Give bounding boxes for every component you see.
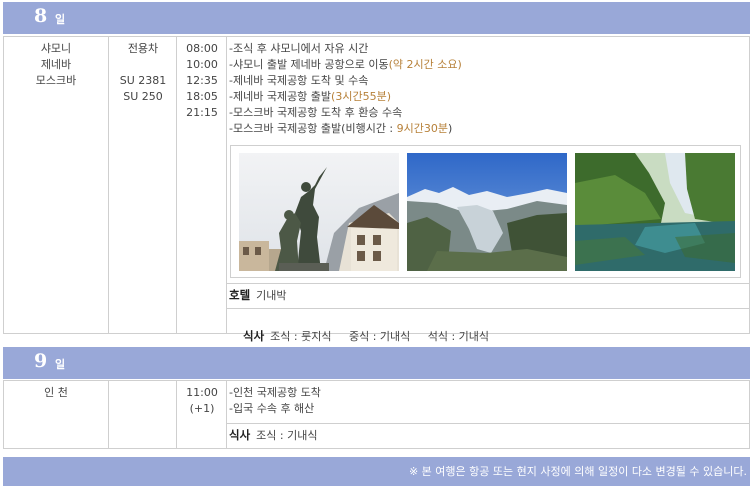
city-name: 인 천 [44,386,68,399]
schedule-item: -조식 후 샤모니에서 자유 시간 [229,42,369,55]
hotel-label: 호텔 [229,288,251,302]
meal-row: 식사 조식 : 기내식 [229,427,317,444]
transport: SU 250 [123,90,163,103]
lake-photo [575,153,735,271]
meal-value: 조식 : 기내식 [256,429,318,442]
schedule-item: -제네바 국제공항 도착 및 수속 [229,74,369,87]
notice-bar: ※ 본 여행은 항공 또는 현지 사정에 의해 일정이 다소 변경될 수 있습니… [3,457,750,486]
day9-header: 9 일 [3,347,750,379]
transport: 전용차 [127,42,159,55]
day-number: 8 [34,5,48,27]
time: 10:00 [186,58,218,71]
day-number: 9 [34,350,48,372]
glacier-photo [407,153,567,271]
duration-note: (약 2시간 소요) [388,58,462,71]
statue-photo [239,153,399,271]
hotel-value: 기내박 [256,289,287,302]
hotel-row: 호텔 기내박 [229,287,287,304]
duration-note: (3시간55분) [331,90,391,103]
schedule-item: -제네바 국제공항 출발(3시간55분) [229,90,391,103]
time: (+1) [189,402,215,415]
meal-label: 식사 [243,329,265,343]
time: 18:05 [186,90,218,103]
day8-table: 샤모니 제네바 모스크바 전용차 SU 2381 SU 250 08:00 10… [3,36,750,343]
time: 12:35 [186,74,218,87]
schedule-item: -모스크바 국제공항 도착 후 환승 수속 [229,106,403,119]
notice-text: ※ 본 여행은 항공 또는 현지 사정에 의해 일정이 다소 변경될 수 있습니… [408,465,747,478]
city-name: 샤모니 [40,42,72,55]
schedule-list: -인천 국제공항 도착 -입국 수속 후 해산 [229,385,321,417]
duration-note: 9시간30분 [396,122,448,135]
schedule-item: -샤모니 출발 제네바 공항으로 이동(약 2시간 소요) [229,58,462,71]
schedule-item: -입국 수속 후 해산 [229,402,315,415]
city-name: 모스크바 [35,74,77,87]
day8-header: 8 일 [3,2,750,34]
day-unit: 일 [55,13,66,26]
schedule-item: -인천 국제공항 도착 [229,386,321,399]
city-list: 샤모니 제네바 모스크바 [4,41,108,89]
transport: SU 2381 [119,74,167,87]
meal-value: 조식 : 룻지식 중식 : 기내식 석식 : 기내식 [270,330,490,343]
meal-label: 식사 [229,428,251,442]
photo-strip [230,145,741,278]
schedule-list: -조식 후 샤모니에서 자유 시간 -샤모니 출발 제네바 공항으로 이동(약 … [229,41,462,137]
transport-list: 전용차 SU 2381 SU 250 [109,41,177,105]
time-list: 08:00 10:00 12:35 18:05 21:15 [178,41,226,121]
time: 11:00 [186,386,218,399]
time: 21:15 [186,106,218,119]
time: 08:00 [186,42,218,55]
day9-table: 인 천 11:00 (+1) -인천 국제공항 도착 -입국 수속 후 해산 식… [3,380,750,449]
day-unit: 일 [55,358,66,371]
time-list: 11:00 (+1) [178,385,226,417]
city-name: 제네바 [40,58,72,71]
schedule-item: -모스크바 국제공항 출발(비행시간 : 9시간30분) [229,122,453,135]
